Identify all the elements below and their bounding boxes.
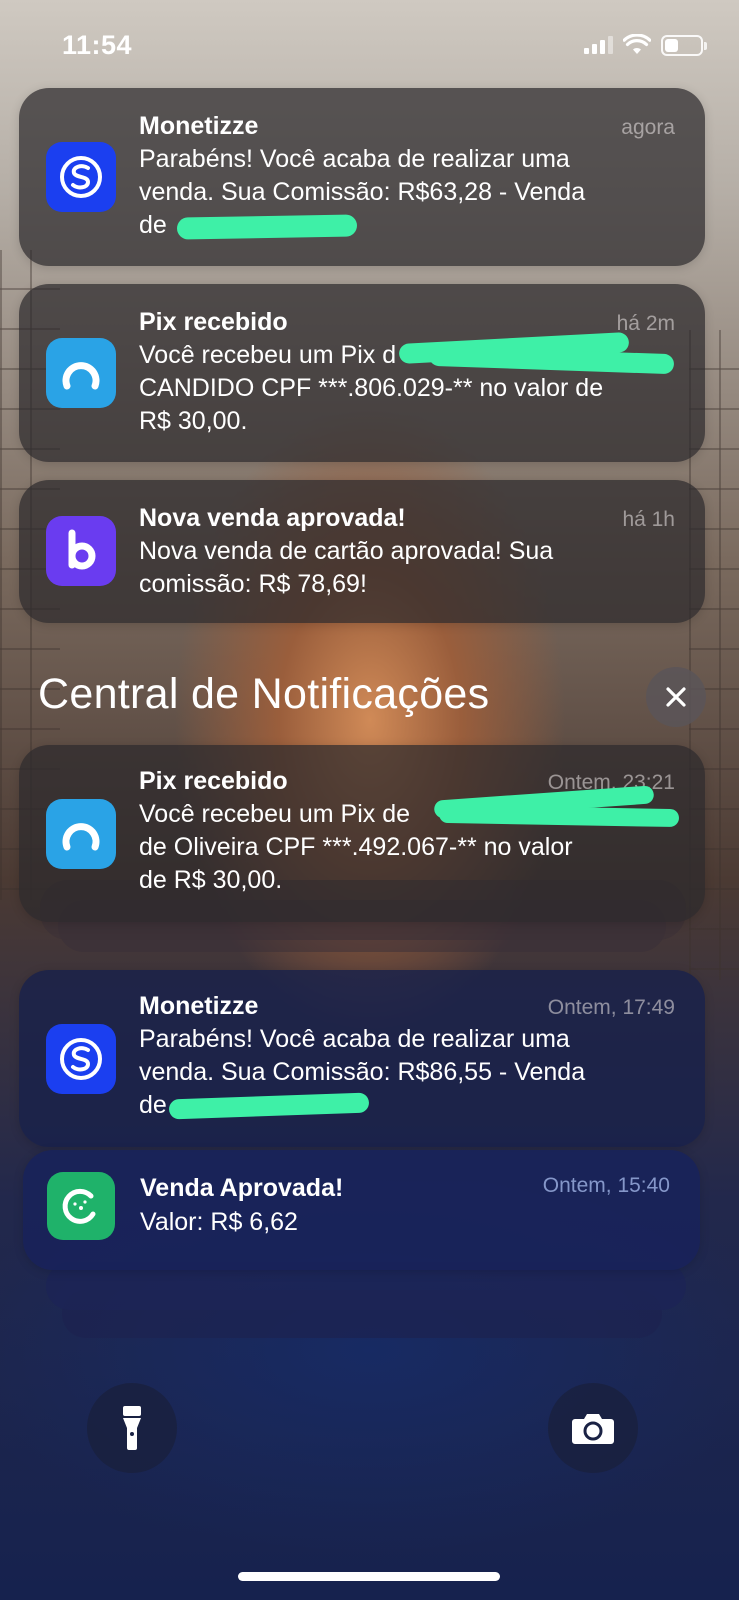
- notification-title: Monetizze: [139, 992, 259, 1020]
- body-line: R$ 30,00.: [139, 407, 248, 435]
- monetizze-icon: [46, 1024, 116, 1094]
- body-line: Parabéns! Você acaba de realizar uma: [139, 145, 570, 173]
- notification-time: Ontem, 15:40: [542, 1174, 670, 1197]
- notification-time: há 1h: [622, 508, 675, 531]
- pix-bank-icon: [46, 338, 116, 408]
- body-line: Nova venda de cartão aprovada! Sua: [139, 537, 554, 565]
- home-indicator[interactable]: [238, 1572, 500, 1581]
- notification-center-title: Central de Notificações: [38, 670, 490, 718]
- notification-title: Venda Aprovada!: [140, 1174, 344, 1202]
- kiwify-icon: [47, 1172, 115, 1240]
- notification-title: Pix recebido: [139, 767, 288, 795]
- body-line: de Oliveira CPF ***.492.067-** no valor: [139, 833, 573, 861]
- status-bar: 11:54: [0, 0, 739, 90]
- notification-title: Monetizze: [139, 112, 259, 140]
- clear-notifications-button[interactable]: [646, 667, 706, 727]
- camera-button[interactable]: [548, 1383, 638, 1473]
- wifi-icon: [623, 34, 651, 54]
- status-time: 11:54: [62, 30, 133, 60]
- battery-icon: [661, 34, 707, 56]
- notification-venda-aprovada[interactable]: Venda Aprovada! Ontem, 15:40 Valor: R$ 6…: [23, 1150, 700, 1270]
- body-line: de R$ 30,00.: [139, 866, 283, 894]
- notification-time: agora: [621, 116, 675, 139]
- monetizze-icon: [46, 142, 116, 212]
- camera-icon: [572, 1414, 614, 1444]
- notification-nova-venda[interactable]: Nova venda aprovada! há 1h Nova venda de…: [19, 480, 705, 623]
- notification-pix-recebido[interactable]: Pix recebido há 2m Você recebeu um Pix d…: [19, 284, 705, 462]
- notification-body: Valor: R$ 6,62: [140, 1206, 672, 1239]
- body-line: venda. Sua Comissão: R$86,55 - Venda: [139, 1058, 586, 1086]
- status-icons: [584, 34, 707, 56]
- flashlight-button[interactable]: [87, 1383, 177, 1473]
- close-icon: [666, 687, 686, 707]
- notification-title: Nova venda aprovada!: [139, 504, 406, 532]
- notification-monetizze-ontem[interactable]: Monetizze Ontem, 17:49 Parabéns! Você ac…: [19, 970, 705, 1147]
- body-line: Valor: R$ 6,62: [140, 1208, 298, 1236]
- body-line: Parabéns! Você acaba de realizar uma: [139, 1025, 570, 1053]
- cellular-signal-icon: [584, 36, 613, 54]
- notification-time: há 2m: [616, 312, 675, 335]
- redaction-mark: [176, 214, 358, 240]
- flashlight-icon: [123, 1406, 141, 1450]
- notification-monetizze[interactable]: Monetizze agora Parabéns! Você acaba de …: [19, 88, 705, 266]
- body-line: comissão: R$ 78,69!: [139, 570, 367, 598]
- body-line: venda. Sua Comissão: R$63,28 - Venda: [139, 178, 586, 206]
- braip-b-icon: [46, 516, 116, 586]
- body-line: CANDIDO CPF ***.806.029-** no valor de: [139, 374, 604, 402]
- notification-title: Pix recebido: [139, 308, 288, 336]
- notification-pix-recebido-ontem[interactable]: Pix recebido Ontem, 23:21 Você recebeu u…: [19, 745, 705, 922]
- notification-time: Ontem, 17:49: [547, 996, 675, 1019]
- notification-body: Nova venda de cartão aprovada! Sua comis…: [139, 535, 677, 601]
- pix-bank-icon: [46, 799, 116, 869]
